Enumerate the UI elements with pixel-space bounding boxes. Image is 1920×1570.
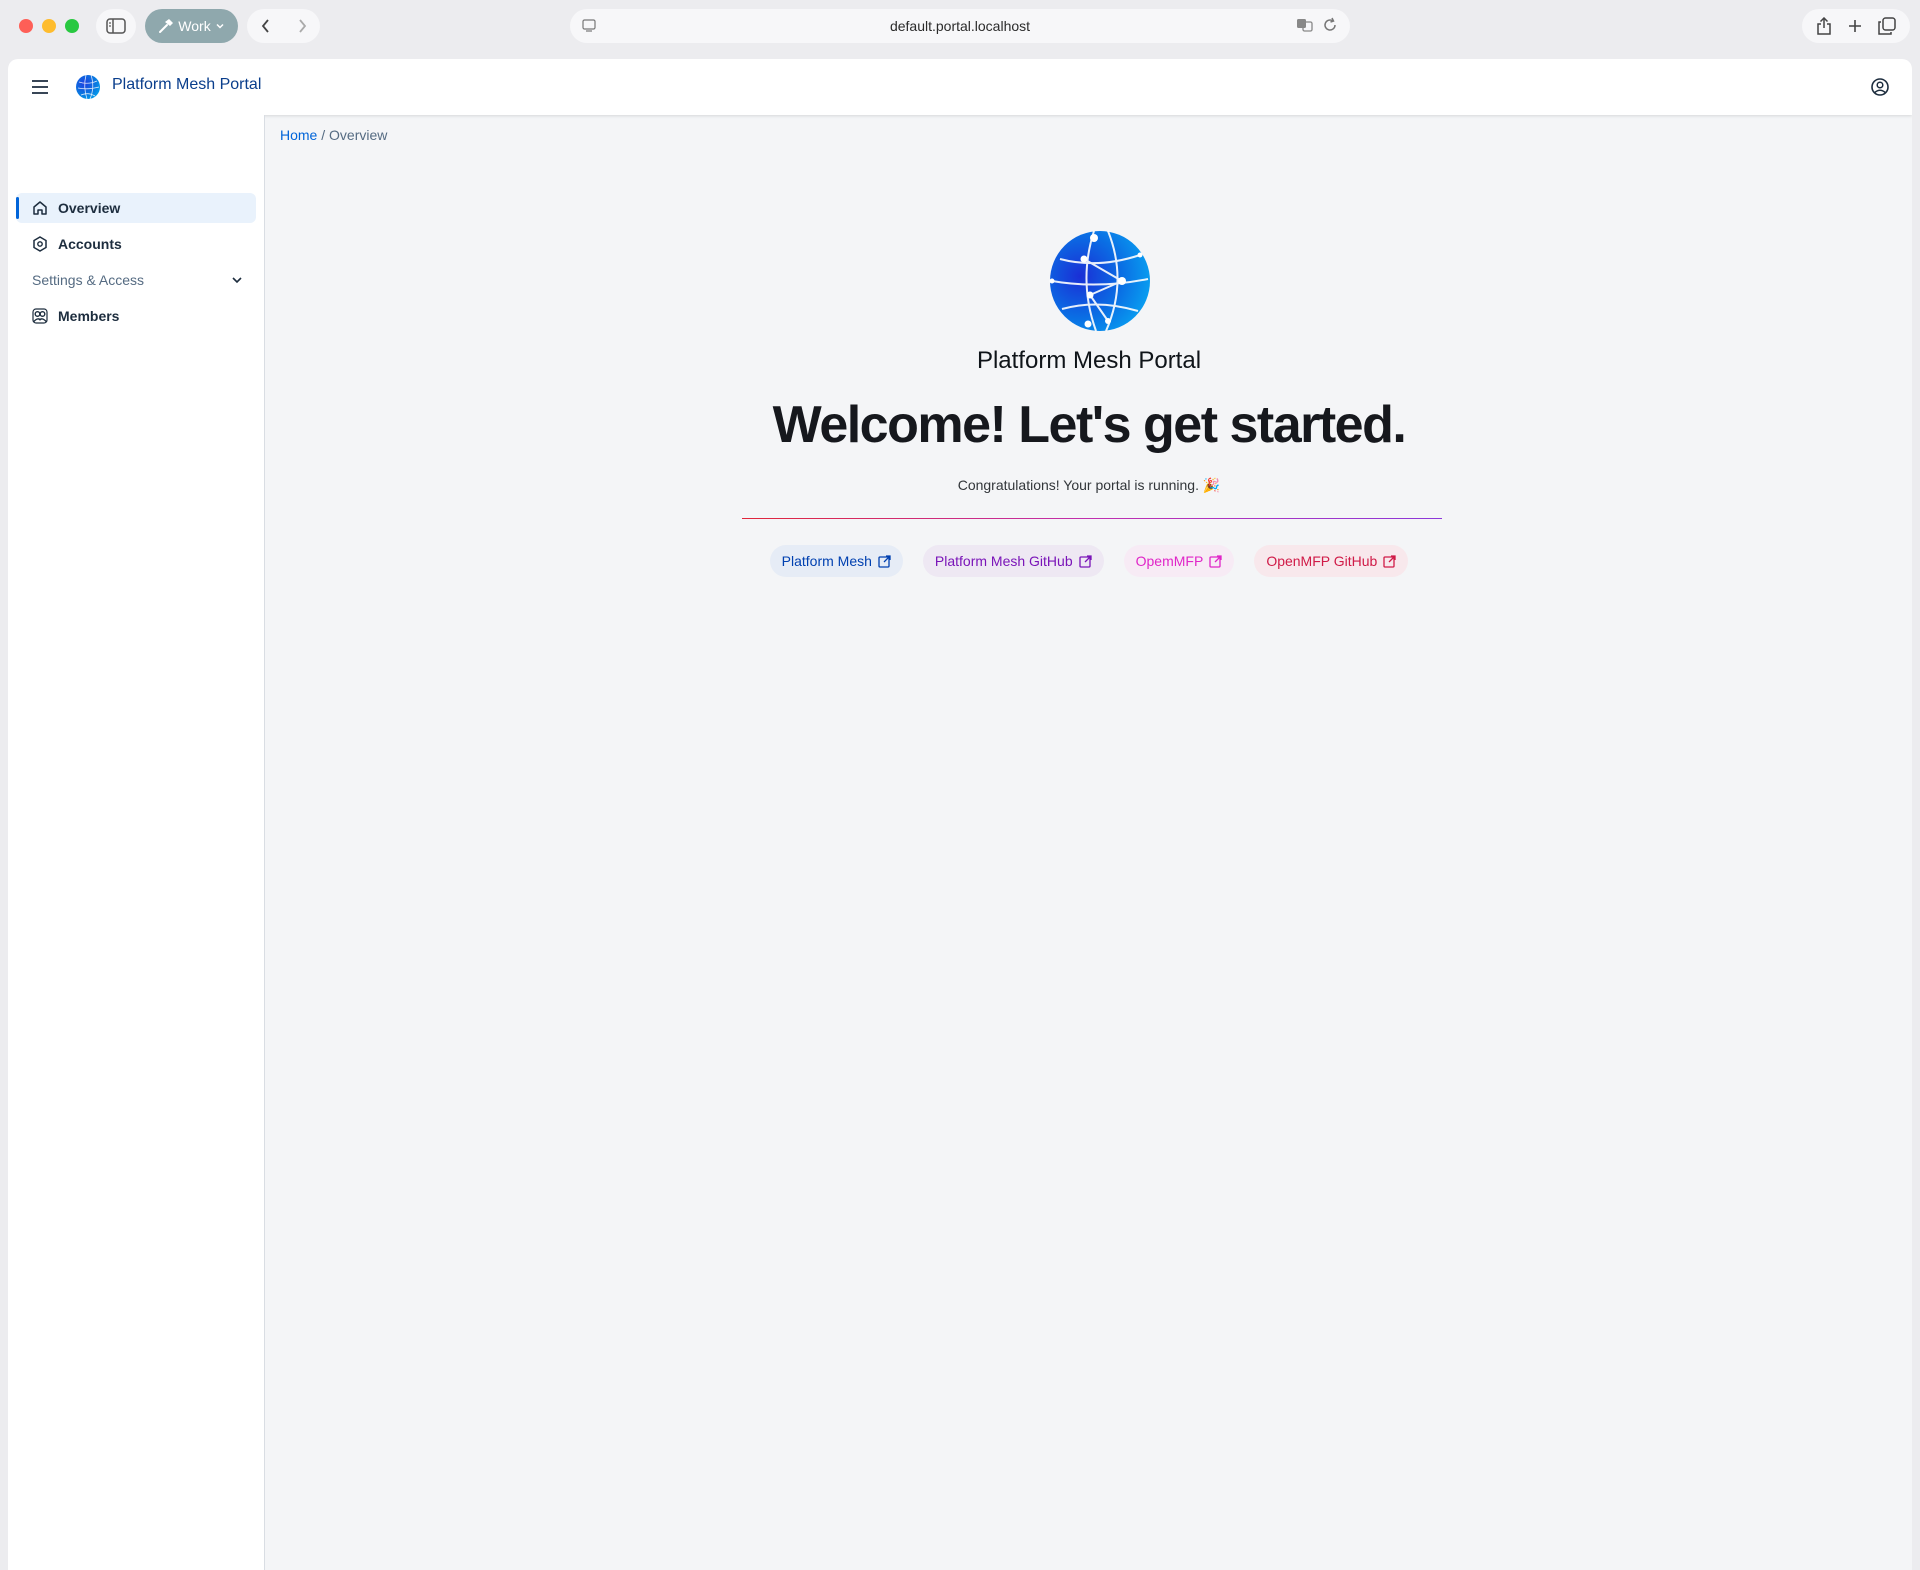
accounts-icon bbox=[33, 236, 47, 252]
sidebar-item-members[interactable]: Members bbox=[16, 301, 256, 331]
hammer-icon bbox=[159, 19, 174, 33]
sidebar-item-label: Members bbox=[58, 308, 120, 324]
congrats-message: Congratulations! Your portal is running.… bbox=[957, 477, 1221, 493]
sidebar-item-accounts[interactable]: Accounts bbox=[16, 229, 256, 259]
browser-toolbar: Work default.portal.localhost bbox=[0, 0, 1920, 52]
sidebar-group-settings-access[interactable]: Settings & Access bbox=[16, 265, 256, 295]
openmfp-link[interactable]: OpemMFP bbox=[1123, 545, 1235, 577]
link-label: OpenMFP GitHub bbox=[1266, 553, 1378, 569]
external-link-icon bbox=[1209, 554, 1222, 568]
window-actions bbox=[1802, 9, 1910, 43]
platform-mesh-github-link[interactable]: Platform Mesh GitHub bbox=[922, 545, 1104, 577]
globe-logo-icon bbox=[76, 74, 100, 100]
chevron-left-icon bbox=[261, 19, 269, 33]
sidebar-item-label: Overview bbox=[58, 200, 121, 216]
product-title: Platform Mesh Portal bbox=[976, 347, 1202, 374]
platform-mesh-link[interactable]: Platform Mesh bbox=[769, 545, 903, 577]
external-link-icon bbox=[1383, 554, 1396, 568]
sidebar-item-overview[interactable]: Overview bbox=[16, 193, 256, 223]
link-label: Platform Mesh GitHub bbox=[934, 553, 1073, 569]
side-navigation: Overview Accounts Settings & Access Memb… bbox=[8, 115, 265, 1570]
profile-switcher[interactable]: Work bbox=[145, 9, 238, 43]
sidebar-item-label: Settings & Access bbox=[32, 272, 145, 288]
share-icon[interactable] bbox=[1816, 17, 1832, 35]
globe-logo-icon bbox=[1049, 230, 1150, 332]
shellbar: Platform Mesh Portal bbox=[8, 59, 1912, 115]
openmfp-github-link[interactable]: OpenMFP GitHub bbox=[1254, 545, 1409, 577]
tab-overview-icon[interactable] bbox=[1878, 17, 1897, 35]
reload-icon[interactable] bbox=[1322, 17, 1338, 33]
minimize-window-button[interactable] bbox=[42, 19, 56, 33]
chevron-down-icon bbox=[216, 23, 224, 29]
address-bar[interactable]: default.portal.localhost bbox=[570, 9, 1350, 43]
external-links: Platform Mesh Platform Mesh GitHub OpemM… bbox=[266, 545, 1912, 577]
zoom-window-button[interactable] bbox=[65, 19, 79, 33]
sidebar-item-label: Accounts bbox=[58, 236, 122, 252]
breadcrumb: Home / Overview bbox=[280, 127, 387, 143]
members-icon bbox=[32, 308, 48, 324]
back-button[interactable] bbox=[248, 18, 284, 34]
url-text: default.portal.localhost bbox=[889, 18, 1031, 34]
sidebar-toggle-button[interactable] bbox=[96, 9, 136, 43]
sidebar-icon bbox=[106, 18, 126, 34]
home-icon bbox=[33, 201, 47, 215]
new-tab-icon[interactable] bbox=[1847, 18, 1863, 34]
hamburger-menu-icon[interactable] bbox=[30, 77, 50, 97]
close-window-button[interactable] bbox=[19, 19, 33, 33]
external-link-icon bbox=[878, 554, 891, 568]
external-link-icon bbox=[1078, 554, 1092, 568]
breadcrumb-home-link[interactable]: Home bbox=[280, 127, 317, 143]
shellbar-title[interactable]: Platform Mesh Portal bbox=[112, 76, 261, 94]
divider bbox=[742, 518, 1442, 519]
forward-button[interactable] bbox=[284, 18, 320, 34]
main-content: Home / Overview Platform Mesh Portal Wel… bbox=[266, 115, 1912, 1570]
profile-label: Work bbox=[178, 18, 211, 34]
link-label: OpemMFP bbox=[1135, 553, 1204, 569]
page-settings-icon bbox=[582, 19, 596, 32]
welcome-heading: Welcome! Let's get started. bbox=[772, 396, 1407, 454]
chevron-right-icon bbox=[298, 19, 306, 33]
translate-icon[interactable] bbox=[1296, 17, 1314, 33]
chevron-down-icon bbox=[232, 277, 242, 284]
breadcrumb-current: Overview bbox=[329, 127, 388, 143]
user-profile-icon[interactable] bbox=[1870, 77, 1890, 97]
history-navigation bbox=[247, 9, 320, 43]
link-label: Platform Mesh bbox=[781, 553, 872, 569]
breadcrumb-separator: / bbox=[321, 127, 326, 143]
portal-window: Platform Mesh Portal Overview Accounts S… bbox=[8, 59, 1912, 1570]
